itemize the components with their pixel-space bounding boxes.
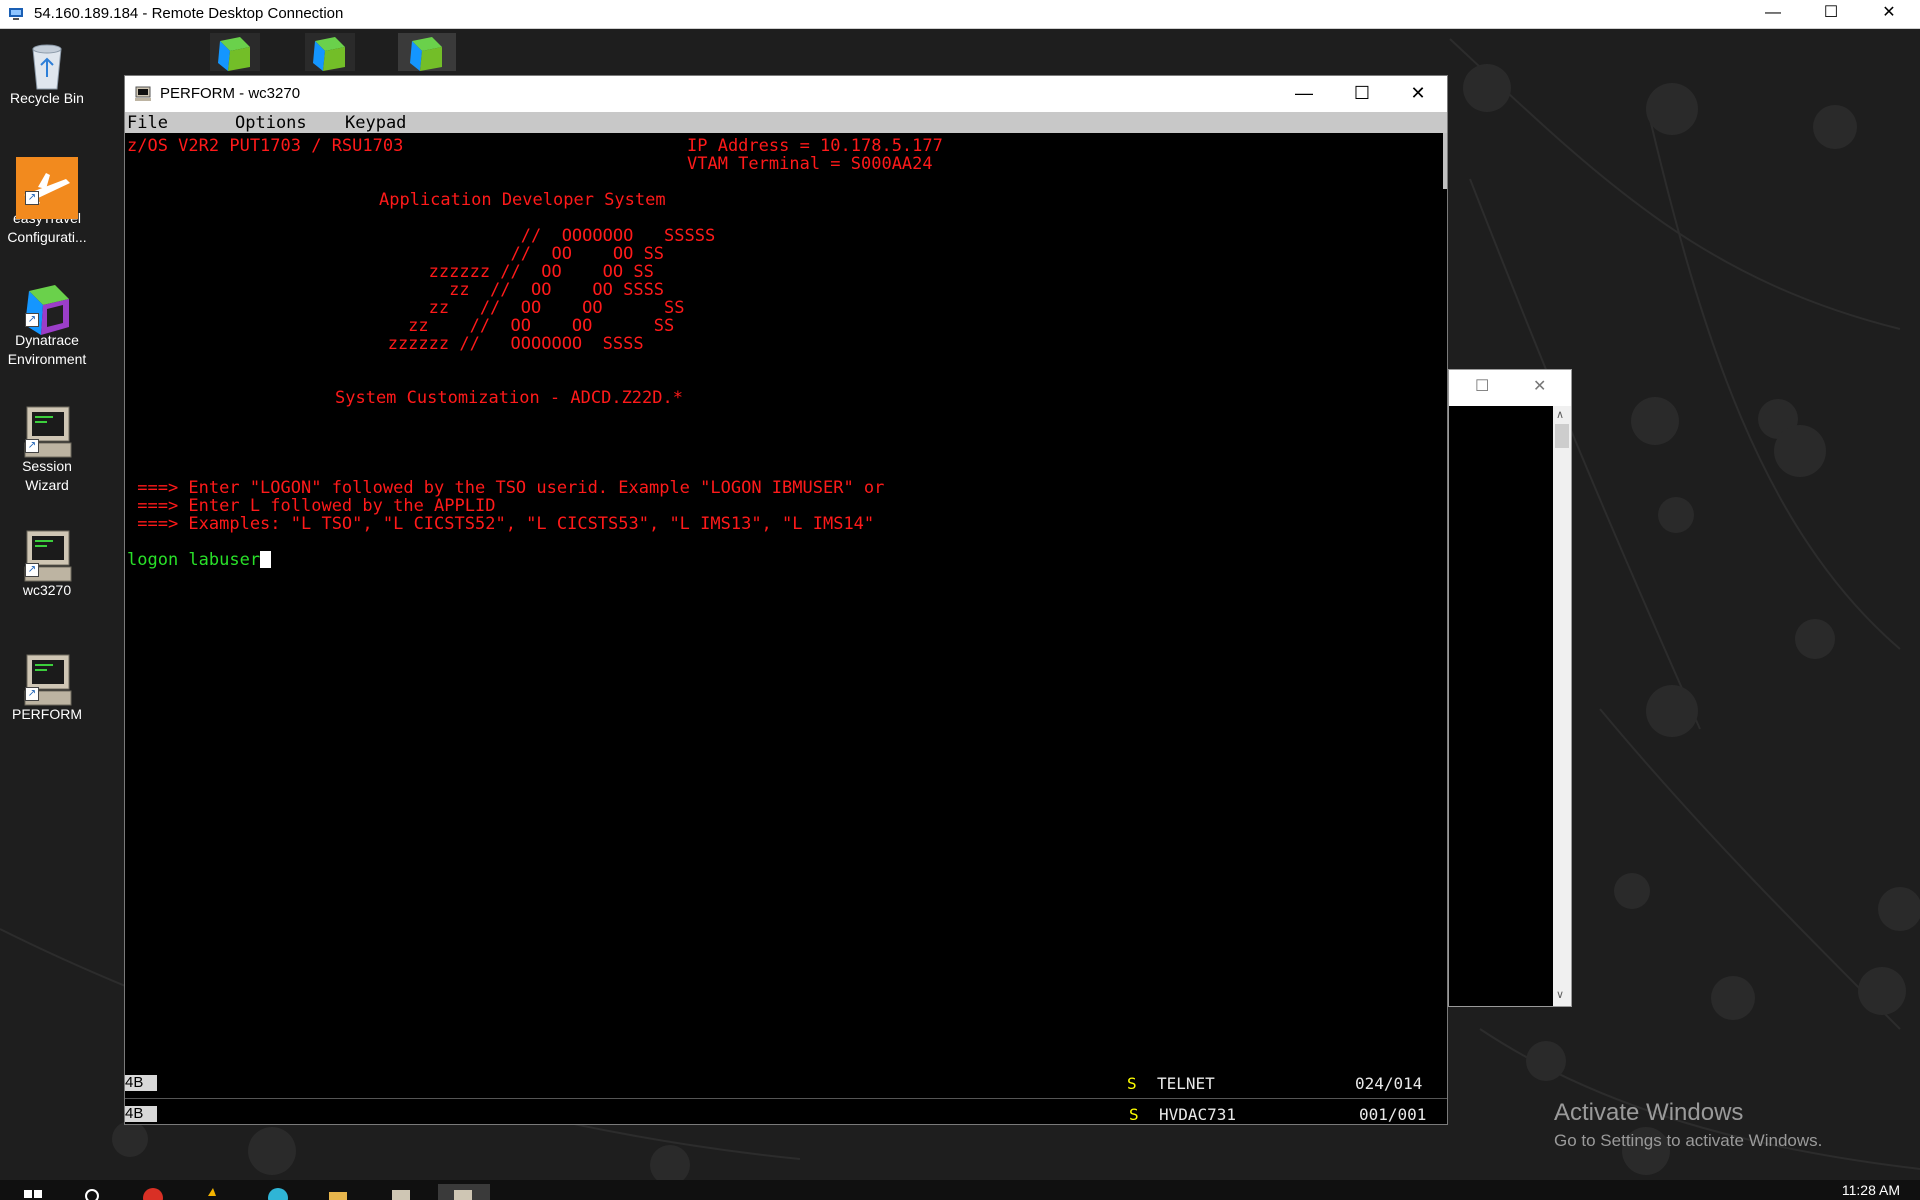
desktop-icon-label: Session Wizard <box>22 458 72 493</box>
activate-subtitle: Go to Settings to activate Windows. <box>1554 1131 1823 1150</box>
desktop-icon-label: PERFORM <box>12 706 82 722</box>
secondary-window-title-bar: ☐ ✕ <box>1449 370 1571 406</box>
desktop-icon-wc3270[interactable]: ↗ wc3270 <box>2 529 92 600</box>
terminal-app-icon <box>135 86 151 101</box>
scroll-down-arrow-icon[interactable]: ∨ <box>1556 988 1564 1001</box>
dynatrace-logo-icon <box>25 285 69 335</box>
desktop-icon-perform[interactable]: ↗ PERFORM <box>2 653 92 724</box>
status-session-name: TELNET <box>1157 1074 1215 1093</box>
dynatrace-logo-icon <box>305 33 355 71</box>
taskbar: 11:28 AM <box>0 1180 1920 1200</box>
app-title: Application Developer System <box>379 190 666 210</box>
window-minimize-button[interactable]: — <box>1275 76 1333 112</box>
shortcut-arrow-icon: ↗ <box>25 563 39 577</box>
dynatrace-shortcut-3[interactable] <box>398 33 456 75</box>
remote-desktop-icon <box>9 8 23 20</box>
activate-title: Activate Windows <box>1554 1099 1744 1126</box>
secondary-window-content <box>1449 406 1553 1006</box>
search-icon[interactable] <box>80 1184 106 1200</box>
desktop: Recycle Bin ↗ easyTravel Configurati... … <box>0 29 1920 1180</box>
taskbar-clock: 11:28 AM <box>1841 1182 1900 1198</box>
rdp-close-button[interactable]: ✕ <box>1860 0 1918 28</box>
prompt-line: ===> Enter "LOGON" followed by the TSO u… <box>127 478 885 498</box>
pinned-app-icon[interactable] <box>200 1184 226 1200</box>
status-flag: S <box>1129 1105 1139 1124</box>
shortcut-arrow-icon: ↗ <box>25 439 39 453</box>
desktop-icon-recycle-bin[interactable]: Recycle Bin <box>2 37 92 108</box>
zos-logo-line: zz // OO OO SS <box>357 316 675 336</box>
status-cursor-position: 024/014 <box>1355 1074 1423 1093</box>
desktop-icon-label: wc3270 <box>22 582 72 598</box>
shortcut-arrow-icon: ↗ <box>25 191 39 205</box>
zos-logo-line: zz // OO OO SSSS <box>357 280 665 300</box>
shortcut-arrow-icon: ↗ <box>25 687 39 701</box>
desktop-icon-session-wizard[interactable]: ↗ Session Wizard <box>2 405 92 495</box>
menu-bar: File Options Keypad <box>125 112 1447 133</box>
vtam-terminal-line: VTAM Terminal = S000AA24 <box>687 154 933 174</box>
zos-logo-line: zz // OO OO SS <box>357 298 685 318</box>
prompt-line: ===> Enter L followed by the APPLID <box>127 496 496 516</box>
status-separator <box>125 1098 1447 1099</box>
window-maximize-button[interactable]: ☐ <box>1333 76 1391 112</box>
window-title-bar: PERFORM - wc3270 — ☐ ✕ <box>125 76 1447 112</box>
windows-start-icon[interactable] <box>20 1184 46 1200</box>
rdp-maximize-button[interactable]: ☐ <box>1802 0 1860 28</box>
command-input[interactable]: logon labuser <box>127 550 272 570</box>
terminal-app-icon[interactable] <box>388 1184 414 1200</box>
system-header: z/OS V2R2 PUT1703 / RSU1703 <box>127 136 404 156</box>
window-close-button[interactable]: ✕ <box>1389 76 1447 112</box>
secondary-close-button[interactable]: ✕ <box>1533 376 1546 396</box>
edge-icon[interactable] <box>265 1184 291 1200</box>
desktop-icon-label: Recycle Bin <box>10 90 84 106</box>
chrome-icon[interactable] <box>140 1184 166 1200</box>
shortcut-arrow-icon: ↗ <box>25 313 39 327</box>
secondary-maximize-button[interactable]: ☐ <box>1475 376 1489 396</box>
desktop-icon-easytravel[interactable]: ↗ easyTravel Configurati... <box>2 157 92 247</box>
zos-logo-line: zzzzzz // OO OO SS <box>357 262 654 282</box>
activate-windows-watermark: Activate Windows Go to Settings to activ… <box>1554 1099 1822 1151</box>
zos-logo-line: // OO OO SS <box>357 244 665 264</box>
secondary-vertical-scrollbar[interactable]: ∧ ∨ <box>1553 406 1571 1006</box>
desktop-icon-dynatrace[interactable]: ↗ Dynatrace Environment <box>2 279 92 369</box>
dynatrace-shortcut-1[interactable] <box>210 33 260 75</box>
scroll-up-arrow-icon[interactable]: ∧ <box>1556 408 1564 421</box>
menu-options[interactable]: Options <box>235 113 307 133</box>
rdp-title: 54.160.189.184 - Remote Desktop Connecti… <box>34 5 344 22</box>
terminal-screen[interactable]: z/OS V2R2 PUT1703 / RSU1703 IP Address =… <box>125 133 1447 1124</box>
terminal-scrollbar[interactable] <box>1443 133 1447 189</box>
dynatrace-logo-icon <box>210 33 260 71</box>
rdp-title-bar: 54.160.189.184 - Remote Desktop Connecti… <box>0 0 1920 29</box>
status-indicator-box: 4B <box>125 1106 157 1122</box>
wc3270-taskbar-button[interactable] <box>438 1184 490 1200</box>
secondary-window: ☐ ✕ ∧ ∨ <box>1448 369 1572 1007</box>
window-title: PERFORM - wc3270 <box>160 85 301 102</box>
zos-logo-line: // OOOOOOO SSSSS <box>357 226 716 246</box>
recycle-bin-icon <box>32 44 62 90</box>
status-flag: S <box>1127 1074 1137 1093</box>
wc3270-window: PERFORM - wc3270 — ☐ ✕ File Options Keyp… <box>124 75 1448 1125</box>
ip-address-line: IP Address = 10.178.5.177 <box>687 136 943 156</box>
status-indicator-box: 4B <box>125 1075 157 1091</box>
prompt-line: ===> Examples: "L TSO", "L CICSTS52", "L… <box>127 514 875 534</box>
easytravel-plane-icon <box>16 157 78 219</box>
file-explorer-icon[interactable] <box>325 1184 351 1200</box>
scrollbar-thumb[interactable] <box>1555 424 1569 448</box>
rdp-minimize-button[interactable]: — <box>1744 0 1802 28</box>
dynatrace-logo-icon <box>398 33 456 71</box>
command-input-text: logon labuser <box>127 550 261 570</box>
dynatrace-shortcut-2[interactable] <box>305 33 355 75</box>
system-customization: System Customization - ADCD.Z22D.* <box>335 388 683 408</box>
status-session-name: HVDAC731 <box>1159 1105 1237 1124</box>
menu-keypad[interactable]: Keypad <box>345 113 406 133</box>
zos-logo-line: zzzzzz // OOOOOOO SSSS <box>357 334 644 354</box>
text-cursor <box>260 551 272 568</box>
status-cursor-position: 001/001 <box>1359 1105 1427 1124</box>
menu-file[interactable]: File <box>127 113 168 133</box>
